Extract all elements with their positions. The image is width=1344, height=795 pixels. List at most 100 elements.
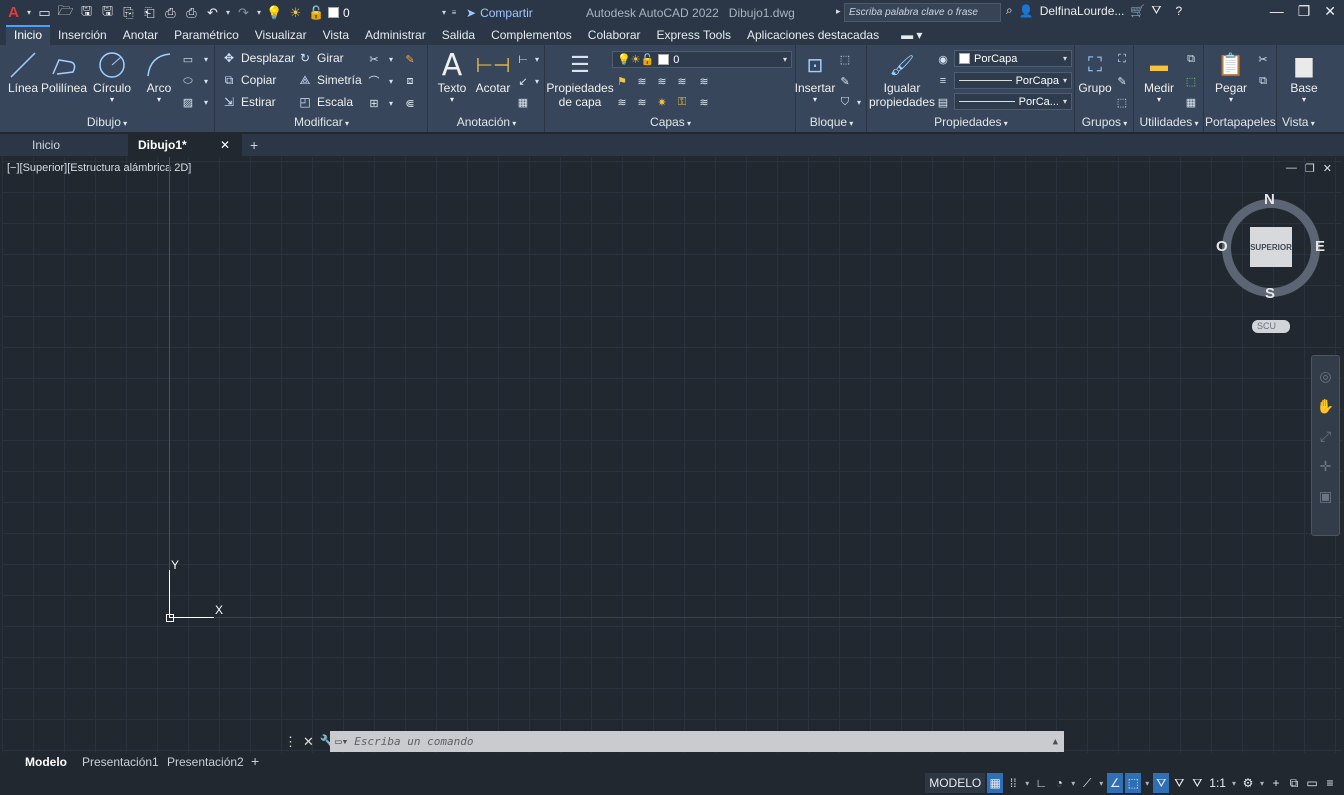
layer-tool-2-icon[interactable]: ≋ xyxy=(634,73,650,89)
search-icon[interactable]: ⌕ xyxy=(1006,3,1013,18)
rectangle-icon[interactable]: ▭ xyxy=(180,51,196,67)
app-menu-chevron-icon[interactable]: ▾ xyxy=(25,3,33,22)
propiedades-capa-button[interactable]: ☰ Propiedades de capa xyxy=(546,49,613,109)
trim-icon[interactable]: ✂ xyxy=(366,51,382,67)
minimize-icon[interactable]: — xyxy=(1270,3,1284,20)
tab-complementos[interactable]: Complementos xyxy=(483,25,580,45)
viewport-controls-label[interactable]: [−][Superior][Estructura alámbrica 2D] xyxy=(7,162,191,174)
layer-combo[interactable]: 💡☀🔓 0 ▾ xyxy=(612,51,792,68)
polar-chevron-icon[interactable]: ▾ xyxy=(1069,773,1077,793)
layer-tool-8-icon[interactable]: ✷ xyxy=(654,94,670,110)
simetria-button[interactable]: ⟁ Simetría xyxy=(298,73,362,88)
share-button[interactable]: ➤ Compartir xyxy=(466,6,533,20)
panel-title-anotacion[interactable]: Anotación xyxy=(429,114,544,130)
steering-wheel-icon[interactable]: ◎ xyxy=(1316,366,1336,386)
copy-clip-icon[interactable]: ⧉ xyxy=(1255,73,1271,89)
drawing-viewport[interactable]: [−][Superior][Estructura alámbrica 2D] —… xyxy=(2,157,1342,753)
plot-icon[interactable]: ⎙ xyxy=(182,3,201,22)
command-close-icon[interactable]: ✕ xyxy=(303,734,314,750)
block-attributes-chevron-icon[interactable]: ▾ xyxy=(851,94,867,110)
lineweight-dropdown[interactable]: PorCa... ▾ xyxy=(954,93,1072,110)
workspace-chevron-icon[interactable]: ▾ xyxy=(1258,773,1266,793)
panel-title-grupos[interactable]: Grupos xyxy=(1076,114,1133,130)
command-history-chevron-icon[interactable]: ▲ xyxy=(1053,737,1058,747)
orbit-icon[interactable]: ✛ xyxy=(1316,456,1336,476)
ellipse-chevron-icon[interactable]: ▾ xyxy=(198,73,214,89)
escala-button[interactable]: ◰ Escala xyxy=(298,95,353,109)
command-input[interactable]: ▭▾ Escriba un comando ▲ xyxy=(330,731,1064,752)
user-name[interactable]: DelfinaLourde... xyxy=(1040,4,1125,18)
layer-tool-9-icon[interactable]: ⚿ xyxy=(674,94,690,110)
layer-tool-10-icon[interactable]: ≋ xyxy=(696,94,712,110)
compass-east[interactable]: E xyxy=(1315,238,1325,255)
medir-button[interactable]: ▬ Medir ▾ xyxy=(1141,49,1177,105)
import-icon[interactable]: ⎘ xyxy=(119,3,138,22)
clean-screen-icon[interactable]: ▭ xyxy=(1304,773,1320,793)
ucs-origin-icon[interactable] xyxy=(166,614,174,622)
panel-title-dibujo[interactable]: Dibujo xyxy=(0,114,214,130)
linetype-dropdown[interactable]: PorCapa ▾ xyxy=(954,72,1072,89)
maximize-icon[interactable]: ❐ xyxy=(1298,3,1311,20)
table-icon[interactable]: ▦ xyxy=(515,94,531,110)
array-chevron-icon[interactable]: ▾ xyxy=(383,95,399,111)
command-prompt-icon[interactable]: ▭▾ xyxy=(335,735,348,748)
cart-icon[interactable]: 🛒 xyxy=(1130,4,1145,18)
insertar-chevron-icon[interactable]: ▾ xyxy=(813,95,817,104)
desplazar-button[interactable]: ✥ Desplazar xyxy=(222,51,295,65)
circulo-button[interactable]: Círculo ▾ xyxy=(92,49,132,104)
ucs-menu[interactable]: SCU xyxy=(1252,320,1290,333)
panel-title-utilidades[interactable]: Utilidades xyxy=(1135,114,1203,130)
cut-icon[interactable]: ✂ xyxy=(1255,51,1271,67)
redo-chevron-icon[interactable]: ▾ xyxy=(255,3,263,22)
grupo-button[interactable]: ⛶ Grupo xyxy=(1078,49,1112,96)
ribbon-display-toggle-icon[interactable]: ▬ ▾ xyxy=(893,25,930,45)
base-chevron-icon[interactable]: ▾ xyxy=(1302,95,1306,104)
base-button[interactable]: ▆ Base ▾ xyxy=(1286,49,1322,104)
isodraft-icon[interactable]: ⟋ xyxy=(1079,773,1095,793)
polilinea-button[interactable]: Polilínea xyxy=(41,49,87,95)
doc-tab-inicio[interactable]: Inicio xyxy=(32,134,60,156)
save-icon[interactable]: 🖫 xyxy=(77,3,96,22)
showmotion-icon[interactable]: ▣ xyxy=(1316,486,1336,506)
layer-dropdown-chevron-icon[interactable]: ▾ xyxy=(440,3,448,22)
layer-tool-1-icon[interactable]: ⚑ xyxy=(614,73,630,89)
viewport-minimize-icon[interactable]: — xyxy=(1286,162,1297,175)
tab-parametrico[interactable]: Paramétrico xyxy=(166,25,247,45)
layer-on-icon[interactable]: 💡 xyxy=(265,3,284,22)
pegar-chevron-icon[interactable]: ▾ xyxy=(1229,95,1233,104)
fillet-chevron-icon[interactable]: ▾ xyxy=(383,73,399,89)
ungroup-icon[interactable]: ⛶ xyxy=(1114,51,1130,67)
viewcube-face[interactable]: SUPERIOR xyxy=(1250,227,1292,267)
panel-title-capas[interactable]: Capas xyxy=(546,114,795,130)
tab-administrar[interactable]: Administrar xyxy=(357,25,434,45)
arco-chevron-icon[interactable]: ▾ xyxy=(157,95,161,104)
open-folder-icon[interactable]: 🗁 xyxy=(56,3,75,22)
undo-chevron-icon[interactable]: ▾ xyxy=(224,3,232,22)
snap-chevron-icon[interactable]: ▾ xyxy=(1023,773,1031,793)
annotation-scale-value[interactable]: 1:1 xyxy=(1207,773,1228,793)
layout-tab-presentacion1[interactable]: Presentación1 xyxy=(82,755,159,769)
hatch-icon[interactable]: ▨ xyxy=(180,94,196,110)
erase-icon[interactable]: ✎ xyxy=(402,51,418,67)
tab-salida[interactable]: Salida xyxy=(434,25,483,45)
model-space-toggle[interactable]: MODELO xyxy=(925,773,986,793)
annotation-monitor-icon[interactable]: + xyxy=(1268,773,1284,793)
tab-express-tools[interactable]: Express Tools xyxy=(649,25,739,45)
panel-title-vista[interactable]: Vista xyxy=(1278,114,1344,130)
circulo-chevron-icon[interactable]: ▾ xyxy=(110,95,114,104)
doc-tab-dibujo1[interactable]: Dibujo1* ✕ xyxy=(128,134,242,156)
layer-unlock-icon[interactable]: 🔓 xyxy=(307,3,326,22)
pegar-button[interactable]: 📋 Pegar ▾ xyxy=(1213,49,1249,104)
search-input[interactable]: Escriba palabra clave o frase xyxy=(844,3,1001,22)
edit-block-icon[interactable]: ✎ xyxy=(837,73,853,89)
autoscale-icon[interactable]: ⛛ xyxy=(1171,773,1187,793)
arco-button[interactable]: Arco ▾ xyxy=(142,49,176,104)
tab-inicio[interactable]: Inicio xyxy=(6,25,51,45)
pan-icon[interactable]: ✋ xyxy=(1316,396,1336,416)
acotar-button[interactable]: ⊢⊣ Acotar xyxy=(473,49,513,96)
layer-thaw-icon[interactable]: ☀ xyxy=(286,3,305,22)
object-snap-chevron-icon[interactable]: ▾ xyxy=(1143,773,1151,793)
color-dropdown[interactable]: PorCapa ▾ xyxy=(954,50,1072,67)
tab-anotar[interactable]: Anotar xyxy=(115,25,166,45)
calculator-icon[interactable]: ▦ xyxy=(1183,94,1199,110)
